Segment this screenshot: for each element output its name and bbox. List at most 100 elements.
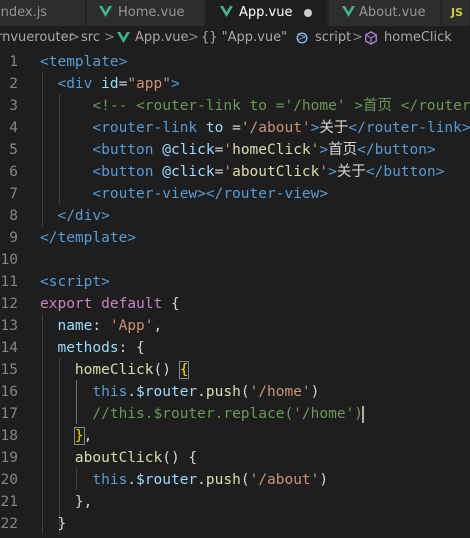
code-token: this bbox=[92, 472, 128, 488]
line-number: 8 bbox=[9, 208, 18, 224]
line-code: } bbox=[40, 513, 66, 535]
code-token: { bbox=[178, 361, 190, 379]
code-token: . bbox=[197, 384, 206, 400]
code-line[interactable]: 13 name: 'App', bbox=[0, 315, 470, 337]
code-line[interactable]: 4 <router-link to ='/about'>关于</router-l… bbox=[0, 117, 470, 139]
breadcrumb-separator-icon: > bbox=[104, 30, 115, 45]
code-token: export bbox=[40, 296, 93, 312]
code-line[interactable]: 16 this.$router.push('/home') bbox=[0, 381, 470, 403]
tab-home-vue[interactable]: Home.vue bbox=[87, 0, 205, 26]
code-line[interactable]: 3 <!-- <router-link to ='/home' >首页 </ro… bbox=[0, 95, 470, 117]
text-cursor bbox=[362, 405, 365, 423]
code-line[interactable]: 21 }, bbox=[0, 491, 470, 513]
code-line[interactable]: 7 <router-view></router-view> bbox=[0, 183, 470, 205]
breadcrumb-item-src[interactable]: src bbox=[81, 26, 100, 50]
vue-file-icon bbox=[117, 32, 130, 43]
code-token: name bbox=[57, 318, 93, 334]
code-line[interactable]: 20 this.$router.push('/about') bbox=[0, 469, 470, 491]
code-token: <button bbox=[92, 142, 154, 158]
code-token: 关于 bbox=[319, 120, 349, 136]
code-line[interactable]: 17 //this.$router.replace('/home') bbox=[0, 403, 470, 425]
line-code: homeClick() { bbox=[40, 359, 190, 381]
breadcrumb-item-module[interactable]: {} "App.vue" bbox=[201, 26, 287, 50]
code-line[interactable]: 18 }, bbox=[0, 425, 470, 447]
breadcrumb-separator-icon: > bbox=[69, 30, 80, 45]
line-number: 9 bbox=[9, 230, 18, 246]
breadcrumb: rnvuerouter > src > App.vue > {} "App.vu… bbox=[0, 26, 470, 50]
code-line[interactable]: 11 <script> bbox=[0, 271, 470, 293]
code-line[interactable]: 9 </template> bbox=[0, 227, 470, 249]
line-code: aboutClick() { bbox=[40, 447, 197, 469]
code-token: </router-link> bbox=[348, 120, 470, 136]
line-number: 18 bbox=[0, 428, 18, 444]
breadcrumb-item-method[interactable]: homeClick bbox=[384, 26, 452, 50]
code-line[interactable]: 12 export default { bbox=[0, 293, 470, 315]
code-token: : bbox=[92, 318, 110, 334]
line-code: <router-link to ='/about'>关于</router-lin… bbox=[40, 117, 470, 139]
code-token: push bbox=[205, 472, 241, 488]
line-number: 4 bbox=[9, 120, 18, 136]
code-line[interactable]: 6 <button @click='aboutClick'>关于</button… bbox=[0, 161, 470, 183]
code-token: <router-view></router-view> bbox=[92, 186, 329, 202]
code-token: ' bbox=[223, 164, 233, 180]
breadcrumb-item-script[interactable]: script bbox=[315, 26, 351, 50]
code-token: <script> bbox=[40, 274, 110, 290]
code-line[interactable]: 22 } bbox=[0, 513, 470, 535]
code-token: } bbox=[40, 516, 67, 532]
code-token: , bbox=[83, 428, 93, 444]
line-number: 7 bbox=[9, 186, 18, 202]
code-line[interactable]: 8 </div> bbox=[0, 205, 470, 227]
unsaved-changes-dot-icon[interactable] bbox=[304, 9, 312, 17]
line-code: this.$router.push('/home') bbox=[40, 381, 319, 403]
code-token: push bbox=[205, 384, 241, 400]
code-token: }, bbox=[40, 494, 93, 510]
code-line[interactable]: 14 methods: { bbox=[0, 337, 470, 359]
line-code: </template> bbox=[40, 227, 136, 249]
code-token: 首页 bbox=[328, 142, 358, 158]
tab-app-vue[interactable]: App.vue bbox=[206, 0, 328, 26]
line-code: name: 'App', bbox=[40, 315, 162, 337]
line-code: <router-view></router-view> bbox=[40, 183, 328, 205]
code-token: </button> bbox=[365, 164, 445, 180]
code-line[interactable]: 1 <template> bbox=[0, 51, 470, 73]
tab-index-js[interactable]: index.js bbox=[0, 0, 86, 26]
breadcrumb-item-file[interactable]: App.vue bbox=[135, 26, 188, 50]
script-symbol-icon bbox=[296, 32, 308, 44]
line-code: //this.$router.replace('/home') bbox=[40, 403, 365, 425]
line-code: <template> bbox=[40, 51, 127, 73]
line-code: methods: { bbox=[40, 337, 144, 359]
code-token: $router bbox=[136, 472, 198, 488]
code-token: to bbox=[205, 120, 224, 136]
code-line[interactable]: 19 aboutClick() { bbox=[0, 447, 470, 469]
line-number: 16 bbox=[0, 384, 18, 400]
tab-label: index.js bbox=[0, 5, 48, 20]
line-number: 2 bbox=[9, 76, 18, 92]
tab-label: Home.vue bbox=[118, 5, 185, 20]
line-number: 11 bbox=[0, 274, 18, 290]
line-number: 1 bbox=[9, 54, 18, 70]
code-line[interactable]: 10 bbox=[0, 249, 470, 271]
code-editor[interactable]: 1 <template> 2 <div id="app"> 3 <!-- <route… bbox=[0, 50, 470, 538]
code-token: '/home' bbox=[249, 384, 311, 400]
code-token: ) bbox=[319, 472, 329, 488]
code-token: 关于 bbox=[336, 164, 366, 180]
code-line[interactable]: 2 <div id="app"> bbox=[0, 73, 470, 95]
code-token: = bbox=[223, 120, 241, 136]
breadcrumb-item-project[interactable]: rnvuerouter bbox=[0, 26, 74, 50]
code-token: </button> bbox=[357, 142, 436, 158]
code-token: . bbox=[127, 384, 137, 400]
code-token: ( bbox=[240, 384, 250, 400]
tab-js-file[interactable]: JS bbox=[442, 0, 470, 26]
code-line[interactable]: 5 <button @click='homeClick'>首页</button> bbox=[0, 139, 470, 161]
code-line[interactable]: 15 homeClick() { bbox=[0, 359, 470, 381]
breadcrumb-separator-icon: > bbox=[188, 30, 199, 45]
code-token: $router bbox=[136, 384, 198, 400]
tab-about-vue[interactable]: About.vue bbox=[329, 0, 441, 26]
line-code: this.$router.push('/about') bbox=[40, 469, 328, 491]
